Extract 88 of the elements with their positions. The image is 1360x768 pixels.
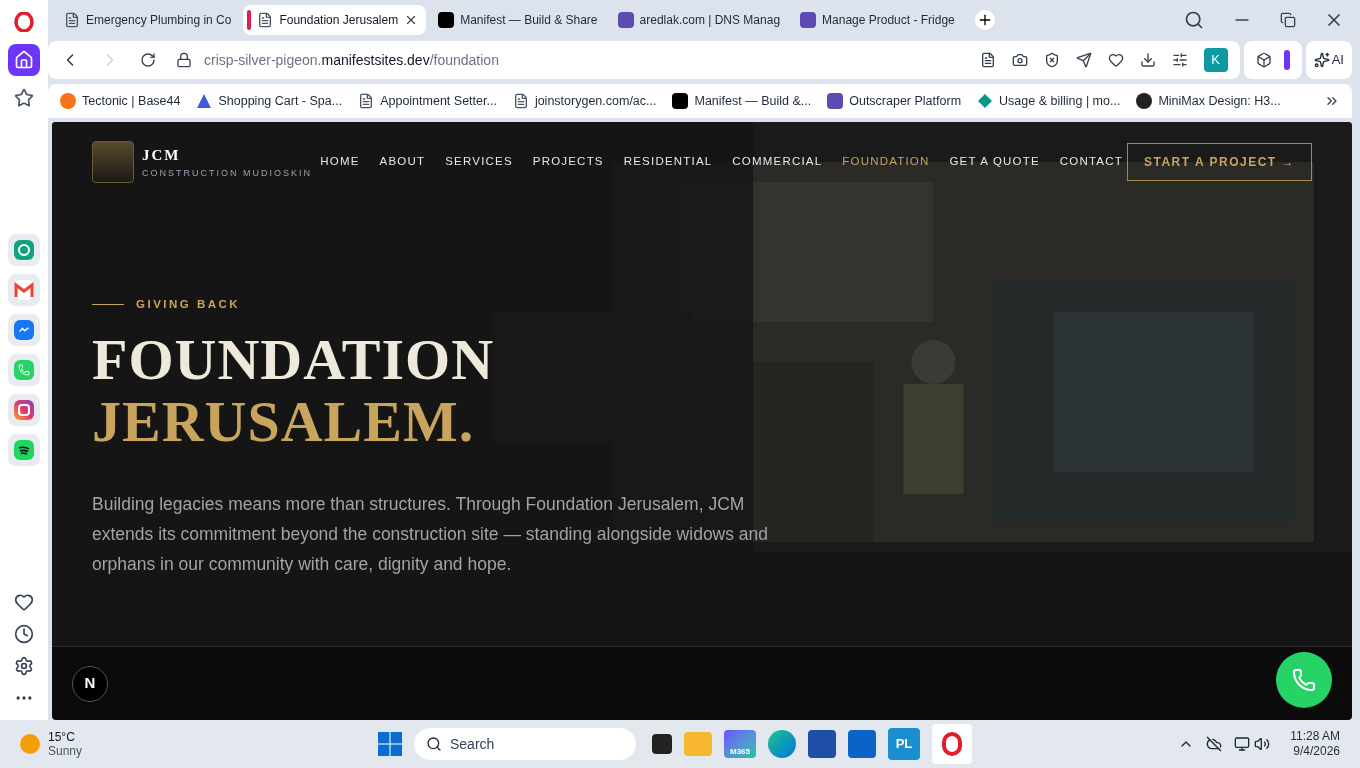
page-icon	[512, 93, 529, 109]
nav-link[interactable]: RESIDENTIAL	[623, 153, 713, 171]
taskbar-search[interactable]: Search	[414, 728, 636, 760]
bookmark[interactable]: Outscraper Platform	[827, 91, 962, 111]
lock-icon	[176, 52, 192, 68]
edit-icon[interactable]	[979, 52, 996, 68]
settings-icon[interactable]	[14, 656, 34, 676]
history-icon[interactable]	[14, 624, 34, 644]
reload-icon[interactable]	[140, 52, 156, 68]
sparkle-icon	[1313, 52, 1330, 68]
volume-icon[interactable]	[1254, 736, 1271, 752]
nav-link[interactable]: CONTACT	[1059, 153, 1123, 171]
heart-icon[interactable]	[1107, 52, 1124, 68]
opera-app-button[interactable]	[932, 724, 972, 764]
bookmark[interactable]: Usage & billing | mo...	[977, 91, 1121, 111]
logo-icon[interactable]	[92, 141, 134, 183]
search-icon	[426, 736, 442, 752]
browser-tab[interactable]: aredlak.com | DNS Manag	[609, 5, 789, 35]
download-icon[interactable]	[1139, 52, 1156, 68]
music-app-icon[interactable]	[8, 434, 40, 466]
avatar-icon	[1136, 93, 1153, 109]
browser-tab[interactable]: Foundation Jerusalem	[243, 5, 427, 35]
messenger-app-icon[interactable]	[8, 314, 40, 346]
logo-icon[interactable]	[14, 12, 34, 32]
clock-time[interactable]: 11:28 AM	[1290, 729, 1340, 744]
page-icon	[64, 12, 80, 28]
extensions-button[interactable]	[1243, 41, 1302, 79]
task-view-icon[interactable]	[652, 734, 672, 754]
nav-link[interactable]: COMMERCIAL	[732, 153, 823, 171]
browser-tab[interactable]: Emergency Plumbing in Co	[56, 5, 240, 35]
nav-link[interactable]: HOME	[320, 153, 360, 171]
home-icon	[14, 50, 34, 70]
bookmark[interactable]: Shopping Cart - Spa...	[196, 91, 343, 111]
chat-app-icon[interactable]	[8, 234, 40, 266]
mail-app-icon[interactable]	[8, 274, 40, 306]
bookmark[interactable]: Tectonic | Base44	[60, 91, 181, 111]
monitor-icon[interactable]	[1234, 736, 1251, 752]
url-text[interactable]: crisp-silver-pigeon.manifestsites.dev/foundation	[204, 49, 960, 71]
shield-icon[interactable]	[1043, 52, 1060, 68]
bookmark[interactable]: joinstorygen.com/ac...	[512, 91, 657, 111]
logo-icon	[438, 12, 455, 28]
ai-button[interactable]: AI	[1305, 41, 1352, 79]
cube-icon	[800, 12, 817, 28]
pl-app-icon[interactable]: PL	[888, 728, 920, 760]
logo-icon	[672, 93, 689, 109]
brand-name[interactable]: JCM	[142, 144, 312, 167]
nav-link[interactable]: FOUNDATION	[842, 153, 930, 171]
nav-link[interactable]: PROJECTS	[532, 153, 604, 171]
page-icon	[358, 93, 375, 109]
start-project-button[interactable]: START A PROJECT →	[1126, 143, 1312, 181]
bookmark[interactable]: Appointment Setter...	[358, 91, 497, 111]
bookmark[interactable]: MiniMax Design: H3...	[1136, 91, 1281, 111]
brand-tagline: CONSTRUCTION MUDIOSKIN	[142, 166, 312, 180]
cube-icon	[617, 12, 634, 28]
nav-link[interactable]: SERVICES	[445, 153, 513, 171]
star-icon[interactable]	[14, 88, 34, 108]
send-icon[interactable]	[1075, 52, 1092, 68]
search-icon[interactable]	[1184, 10, 1204, 30]
triangle-icon	[196, 93, 213, 109]
browser-tab[interactable]: Manage Product - Fridge	[792, 5, 963, 35]
hero-title: FOUNDATION	[92, 329, 496, 392]
home-button[interactable]	[8, 44, 40, 76]
nav-link[interactable]: GET A QUOTE	[949, 153, 1040, 171]
hero-title: JERUSALEM.	[92, 391, 476, 454]
diamond-icon	[977, 93, 994, 109]
browser-tab[interactable]: Manifest — Build & Share	[430, 5, 606, 35]
start-icon[interactable]	[378, 732, 402, 756]
restore-icon[interactable]	[1280, 12, 1296, 28]
camera-app-icon[interactable]	[8, 394, 40, 426]
new-tab-icon[interactable]	[974, 10, 995, 30]
heart-icon[interactable]	[14, 592, 34, 612]
cloud-off-icon[interactable]	[1206, 736, 1223, 752]
weather-text: Sunny	[48, 744, 83, 758]
intro-paragraph: Building legacies means more than structures. Through Foundation Jerusalem, JCM extends its commitment beyond the construction site — standing alongside widows and orphans in our community with care, dignity and hope.	[92, 493, 770, 577]
cube-icon	[1255, 52, 1272, 68]
sliders-icon[interactable]	[1171, 52, 1188, 68]
camera-icon[interactable]	[1011, 52, 1028, 68]
phone-icon	[1292, 667, 1316, 692]
browser-app-icon[interactable]	[768, 730, 796, 758]
page-icon	[257, 12, 274, 28]
cube-icon	[827, 93, 844, 109]
badge[interactable]: N	[72, 665, 108, 702]
eyebrow-text: GIVING BACK	[136, 297, 241, 312]
nav-link[interactable]: ABOUT	[379, 153, 426, 171]
sun-icon	[20, 734, 40, 754]
clock-date[interactable]: 9/4/2026	[1293, 744, 1340, 759]
temperature-text: 15°C	[48, 730, 76, 744]
bookmark[interactable]: Manifest — Build &...	[672, 91, 812, 111]
